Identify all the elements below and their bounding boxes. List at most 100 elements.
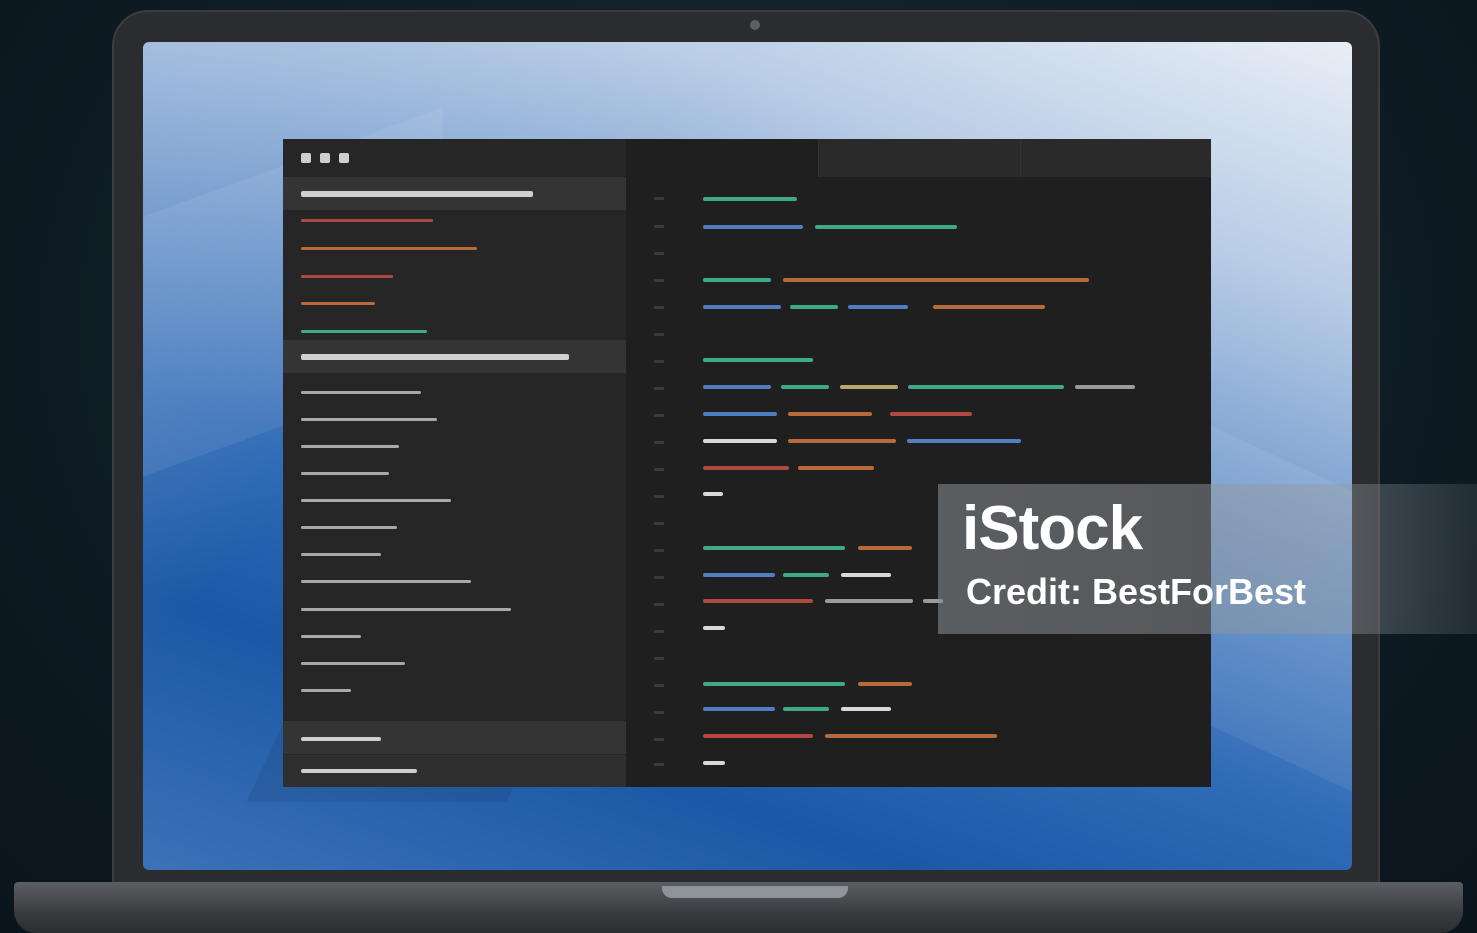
code-token [858, 546, 912, 550]
code-token [703, 439, 777, 443]
line-number [654, 468, 664, 471]
sidebar-item[interactable] [301, 662, 405, 665]
sidebar-item[interactable] [301, 330, 427, 333]
code-token [790, 305, 838, 309]
code-token [783, 278, 1089, 282]
close-dot-icon[interactable] [301, 153, 311, 163]
explorer-sidebar [283, 139, 626, 787]
line-number [654, 763, 664, 766]
sidebar-section-project[interactable] [283, 340, 626, 373]
section-title-placeholder [301, 354, 569, 360]
maximize-dot-icon[interactable] [339, 153, 349, 163]
code-token [703, 761, 725, 765]
line-number [654, 387, 664, 390]
code-token [788, 412, 872, 416]
line-number [654, 441, 664, 444]
line-number [654, 360, 664, 363]
istock-logo: iStock [962, 494, 1143, 563]
line-number [654, 252, 664, 255]
code-token [703, 734, 813, 738]
line-number [654, 225, 664, 228]
line-number [654, 333, 664, 336]
code-token [703, 682, 845, 686]
line-number [654, 306, 664, 309]
line-number [654, 414, 664, 417]
code-token [815, 225, 957, 229]
line-number [654, 630, 664, 633]
sidebar-item[interactable] [301, 526, 397, 529]
tab[interactable] [1020, 139, 1211, 177]
sidebar-item[interactable] [301, 391, 421, 394]
code-token [703, 225, 803, 229]
code-token [781, 385, 829, 389]
sidebar-item[interactable] [301, 472, 389, 475]
watermark-credit: Credit: BestForBest [966, 571, 1307, 612]
code-token [703, 278, 771, 282]
code-token [703, 305, 781, 309]
code-token [703, 412, 777, 416]
sidebar-item[interactable] [301, 608, 511, 611]
code-token [703, 599, 813, 603]
line-number [654, 684, 664, 687]
code-token [798, 466, 874, 470]
sidebar-item[interactable] [301, 689, 351, 692]
code-token [825, 734, 997, 738]
sidebar-section-outline[interactable] [283, 721, 626, 754]
code-token [841, 707, 891, 711]
sidebar-item[interactable] [301, 499, 451, 502]
section-title-placeholder [301, 737, 381, 741]
code-token [848, 305, 908, 309]
sidebar-section-timeline[interactable] [283, 755, 626, 787]
line-number [654, 657, 664, 660]
code-token [703, 358, 813, 362]
line-number [654, 711, 664, 714]
code-token [703, 707, 775, 711]
code-token [703, 385, 771, 389]
window-controls [301, 153, 349, 163]
sidebar-item[interactable] [301, 275, 393, 278]
line-number [654, 522, 664, 525]
line-number [654, 495, 664, 498]
code-token [908, 385, 1064, 389]
code-token [841, 573, 891, 577]
laptop-notch [662, 886, 848, 898]
line-number [654, 549, 664, 552]
code-token [1075, 385, 1135, 389]
code-token [703, 197, 797, 201]
tab[interactable] [818, 139, 1011, 177]
section-title-placeholder [301, 769, 417, 773]
code-token [825, 599, 913, 603]
code-token [783, 573, 829, 577]
sidebar-item[interactable] [301, 445, 399, 448]
minimize-dot-icon[interactable] [320, 153, 330, 163]
sidebar-item[interactable] [301, 302, 375, 305]
tab-active[interactable] [626, 139, 818, 177]
sidebar-section-open-files[interactable] [283, 177, 626, 210]
code-token [907, 439, 1021, 443]
sidebar-item[interactable] [301, 247, 477, 250]
camera-icon [750, 20, 760, 30]
sidebar-item[interactable] [301, 219, 433, 222]
code-token [703, 626, 725, 630]
section-title-placeholder [301, 191, 533, 197]
editor-tab-bar [626, 139, 1211, 177]
code-token [840, 385, 898, 389]
code-token [783, 707, 829, 711]
line-number [654, 576, 664, 579]
line-number [654, 738, 664, 741]
code-editor-window [283, 139, 1211, 787]
code-token [858, 682, 912, 686]
code-token [788, 439, 896, 443]
code-token [703, 492, 723, 496]
code-token [703, 573, 775, 577]
code-token [933, 305, 1045, 309]
code-token [703, 466, 789, 470]
sidebar-item[interactable] [301, 635, 361, 638]
line-number [654, 279, 664, 282]
sidebar-item[interactable] [301, 553, 381, 556]
sidebar-item[interactable] [301, 580, 471, 583]
sidebar-item[interactable] [301, 418, 437, 421]
line-number [654, 603, 664, 606]
code-token [890, 412, 972, 416]
line-number [654, 197, 664, 200]
